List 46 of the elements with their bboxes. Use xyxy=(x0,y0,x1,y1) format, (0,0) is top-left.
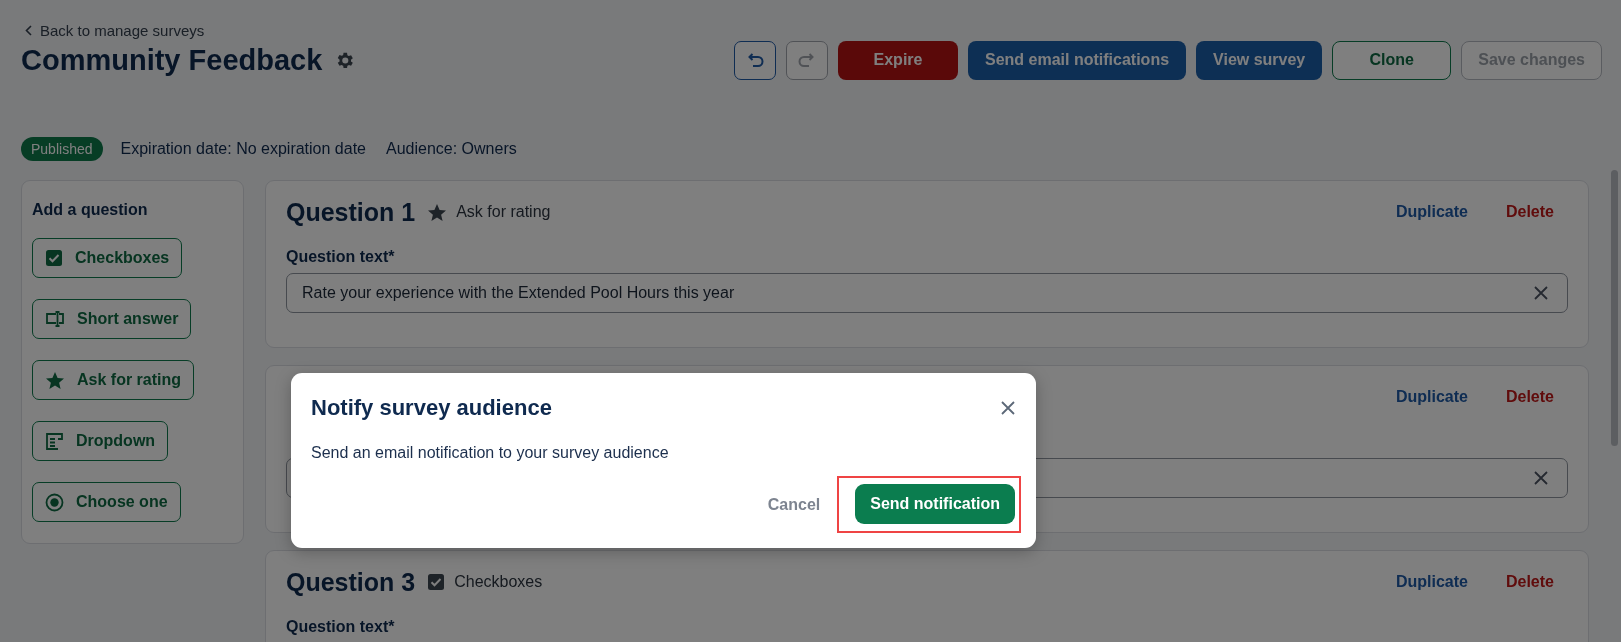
redo-arrow-icon xyxy=(798,53,816,67)
clone-button[interactable]: Clone xyxy=(1332,40,1452,80)
sidebar-title: Add a question xyxy=(32,201,148,219)
add-question-button[interactable]: Dropdown xyxy=(32,421,169,461)
cancel-button[interactable]: Cancel xyxy=(767,487,821,522)
add-question-button[interactable]: Checkboxes xyxy=(32,238,183,278)
question-title: Question 1 xyxy=(286,197,416,227)
question-title: Question 3 xyxy=(286,567,416,597)
undo-arrow-icon xyxy=(746,53,764,67)
duplicate-link[interactable]: Duplicate xyxy=(1395,388,1468,406)
delete-link[interactable]: Delete xyxy=(1505,203,1554,221)
question-type-label: Checkboxes xyxy=(454,573,543,591)
add-question-button[interactable]: Choose one xyxy=(32,482,181,522)
field-label: Question text* xyxy=(286,248,396,267)
duplicate-link[interactable]: Duplicate xyxy=(1395,203,1468,221)
undo-button[interactable] xyxy=(734,40,776,80)
chevron-left-icon xyxy=(25,24,32,36)
form-icon xyxy=(45,431,64,451)
clear-icon[interactable] xyxy=(1533,285,1549,301)
expiration-date: Expiration date: No expiration date xyxy=(120,140,366,158)
status-badge: Published xyxy=(21,137,103,161)
delete-link[interactable]: Delete xyxy=(1505,388,1554,406)
send-notifications-button[interactable]: Send email notifications xyxy=(968,40,1187,80)
page-title: Community Feedback xyxy=(21,43,323,77)
clear-icon[interactable] xyxy=(1533,470,1549,486)
text-field-icon xyxy=(45,310,65,328)
close-icon[interactable] xyxy=(1000,400,1016,416)
radio-icon xyxy=(45,492,64,512)
star-icon xyxy=(427,202,448,222)
audience-label: Audience: Owners xyxy=(386,140,517,158)
duplicate-link[interactable]: Duplicate xyxy=(1395,573,1468,591)
checkbox-icon xyxy=(427,573,446,591)
send-notification-button[interactable]: Send notification xyxy=(855,484,1015,524)
expire-button[interactable]: Expire xyxy=(838,40,958,80)
delete-link[interactable]: Delete xyxy=(1505,573,1554,591)
question-type-label: Ask for rating xyxy=(456,203,551,221)
add-question-button[interactable]: Short answer xyxy=(32,299,192,339)
dialog-message: Send an email notification to your survey audience xyxy=(311,444,670,462)
question-text-field[interactable]: Rate your experience with the Extended Pool Hours this year xyxy=(286,273,1568,313)
field-label: Question text* xyxy=(286,618,396,637)
back-link[interactable]: Back to manage surveys xyxy=(40,21,205,39)
star-icon xyxy=(45,370,65,390)
view-survey-button[interactable]: View survey xyxy=(1196,40,1323,80)
dialog-title: Notify survey audience xyxy=(311,395,552,421)
checkbox-icon xyxy=(45,249,63,267)
add-question-button[interactable]: Ask for rating xyxy=(32,360,194,400)
